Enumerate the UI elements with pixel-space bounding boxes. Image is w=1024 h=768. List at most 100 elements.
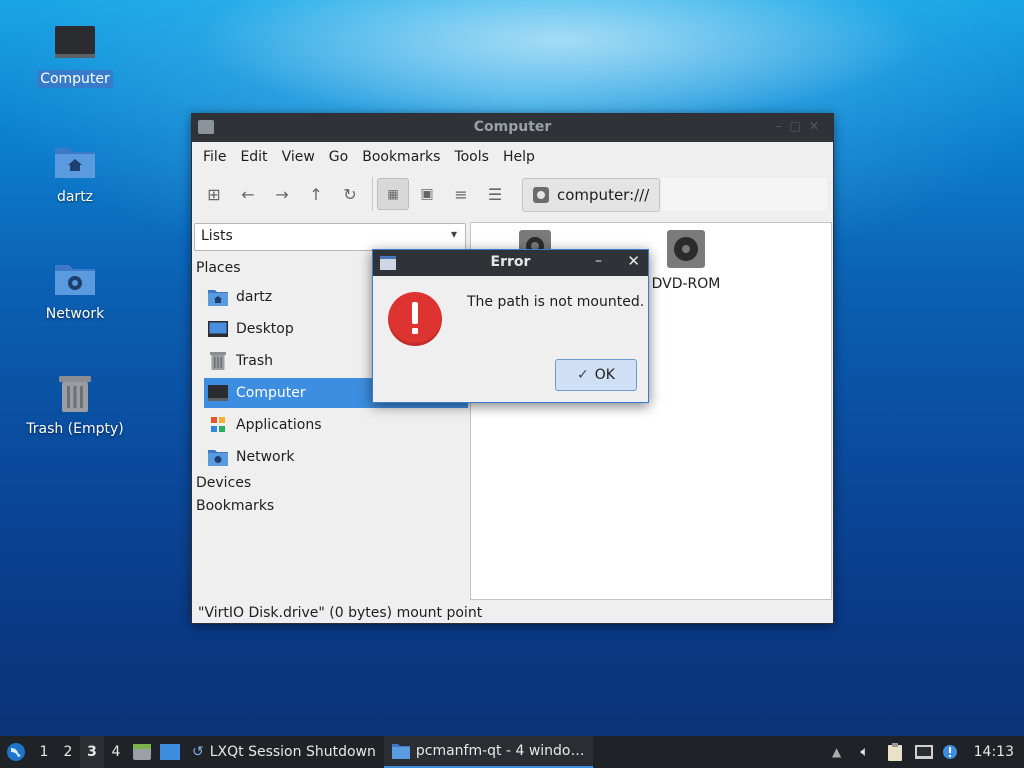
trash-icon: [210, 352, 226, 370]
home-folder-icon: [208, 290, 228, 306]
forward-button[interactable]: →: [266, 178, 298, 210]
minimize-button[interactable]: –: [595, 253, 602, 269]
desktop-icon-label: dartz: [56, 189, 94, 205]
desktop-icon-label: Computer: [37, 70, 113, 88]
arrow-up-icon: ▲: [832, 745, 842, 759]
list-icon: ≡: [454, 184, 468, 204]
compact-view-button[interactable]: ≡: [445, 178, 477, 210]
home-folder-icon: [53, 140, 97, 184]
place-label: Trash: [236, 353, 273, 369]
back-button[interactable]: ←: [232, 178, 264, 210]
quicklaunch-file-manager[interactable]: [128, 736, 156, 768]
tray-arrow-button[interactable]: ▲: [824, 736, 850, 768]
network-wired-icon: [914, 745, 933, 759]
clock[interactable]: 14:13: [974, 744, 1014, 760]
thumbnail-view-button[interactable]: ▣: [411, 178, 443, 210]
path-bar-area: [662, 178, 827, 210]
arrow-up-icon: ↑: [309, 184, 323, 204]
ok-label: OK: [594, 367, 615, 383]
status-bar: "VirtIO Disk.drive" (0 bytes) mount poin…: [198, 605, 483, 621]
detailed-view-button[interactable]: ☰: [479, 178, 511, 210]
disk-icon: [533, 187, 549, 203]
workspace-2[interactable]: 2: [56, 736, 80, 768]
dialog-titlebar[interactable]: Error – ✕: [373, 250, 648, 276]
system-tray: ▲ 🔈︎ 14:13: [824, 736, 1024, 768]
volume-icon: 🔈︎: [860, 744, 869, 760]
main-menu-button[interactable]: [0, 736, 32, 768]
task-session-shutdown[interactable]: ↺ LXQt Session Shutdown: [184, 736, 384, 768]
desktop-icon-computer[interactable]: Computer: [20, 22, 130, 88]
info-icon: [942, 745, 957, 759]
place-item-applications[interactable]: Applications: [204, 410, 468, 440]
window-controls[interactable]: –□✕: [776, 119, 827, 133]
network-folder-icon: [53, 257, 97, 301]
ok-button[interactable]: ✓ OK: [555, 359, 637, 391]
place-label: Computer: [236, 385, 306, 401]
window-title: Computer: [473, 119, 552, 135]
archive-icon: [133, 744, 151, 760]
dvd-icon: [667, 230, 705, 268]
up-button[interactable]: ↑: [300, 178, 332, 210]
chevron-down-icon: ▾: [450, 227, 457, 241]
menu-help[interactable]: Help: [496, 149, 542, 165]
task-label: pcmanfm-qt - 4 windo…: [415, 743, 585, 759]
path-button-computer[interactable]: computer:///: [522, 178, 661, 212]
menu-go[interactable]: Go: [322, 149, 355, 165]
network-status-button[interactable]: [910, 736, 938, 768]
new-tab-button[interactable]: ⊞: [198, 178, 230, 210]
menu-edit[interactable]: Edit: [233, 149, 274, 165]
computer-icon: [53, 22, 97, 66]
power-icon: ↺: [192, 744, 204, 760]
lxqt-logo-icon: [7, 743, 25, 761]
volume-button[interactable]: 🔈︎: [850, 736, 880, 768]
dialog-message: The path is not mounted.: [467, 294, 645, 310]
section-devices[interactable]: Devices: [196, 475, 251, 491]
workspace-1[interactable]: 1: [32, 736, 56, 768]
menu-bookmarks[interactable]: Bookmarks: [355, 149, 447, 165]
applications-icon: [211, 417, 225, 432]
error-dialog: Error – ✕ The path is not mounted. ✓ OK: [372, 249, 649, 403]
clipboard-button[interactable]: [880, 736, 910, 768]
image-icon: ▣: [420, 186, 434, 202]
menu-view[interactable]: View: [275, 149, 322, 165]
toolbar: ⊞ ← → ↑ ↻ ▦ ▣ ≡ ☰ computer:///: [192, 171, 833, 217]
desktop-icon: [160, 744, 180, 760]
task-label: LXQt Session Shutdown: [209, 744, 376, 760]
network-folder-icon: [208, 450, 228, 466]
taskbar: 1 2 3 4 ↺ LXQt Session Shutdown pcmanfm-…: [0, 736, 1024, 768]
arrow-left-icon: ←: [241, 184, 255, 204]
detailed-list-icon: ☰: [487, 184, 503, 204]
trash-icon: [53, 372, 97, 416]
folder-icon: [391, 744, 410, 759]
notification-button[interactable]: [938, 736, 962, 768]
section-places[interactable]: Places: [196, 260, 241, 276]
checkmark-icon: ✓: [577, 367, 589, 383]
dialog-title: Error: [490, 254, 531, 270]
place-item-network[interactable]: Network: [204, 442, 468, 472]
reload-button[interactable]: ↻: [334, 178, 366, 210]
menu-tools[interactable]: Tools: [447, 149, 496, 165]
side-pane-mode-value: Lists: [201, 228, 233, 244]
desktop-icon-label: Network: [45, 306, 105, 322]
section-bookmarks[interactable]: Bookmarks: [196, 498, 274, 514]
menu-file[interactable]: File: [196, 149, 233, 165]
place-label: Applications: [236, 417, 322, 433]
task-pcmanfm[interactable]: pcmanfm-qt - 4 windo…: [383, 736, 593, 768]
path-label: computer:///: [557, 186, 650, 204]
desktop-icon-network[interactable]: Network: [20, 257, 130, 323]
computer-icon: [208, 385, 228, 401]
workspace-3[interactable]: 3: [80, 736, 104, 768]
quicklaunch-show-desktop[interactable]: [156, 736, 184, 768]
workspace-4[interactable]: 4: [104, 736, 128, 768]
desktop-icon: [208, 321, 228, 337]
close-button[interactable]: ✕: [627, 252, 640, 270]
grid-icon: ▦: [387, 187, 399, 201]
icon-view-button[interactable]: ▦: [377, 178, 409, 210]
desktop-icon-trash[interactable]: Trash (Empty): [20, 372, 130, 438]
reload-icon: ↻: [343, 184, 357, 204]
close-icon: ✕: [627, 252, 640, 270]
desktop-icon-home[interactable]: dartz: [20, 140, 130, 206]
place-label: Network: [236, 449, 295, 465]
side-pane-mode-select[interactable]: Lists ▾: [194, 223, 466, 251]
window-titlebar[interactable]: Computer –□✕: [192, 114, 833, 142]
